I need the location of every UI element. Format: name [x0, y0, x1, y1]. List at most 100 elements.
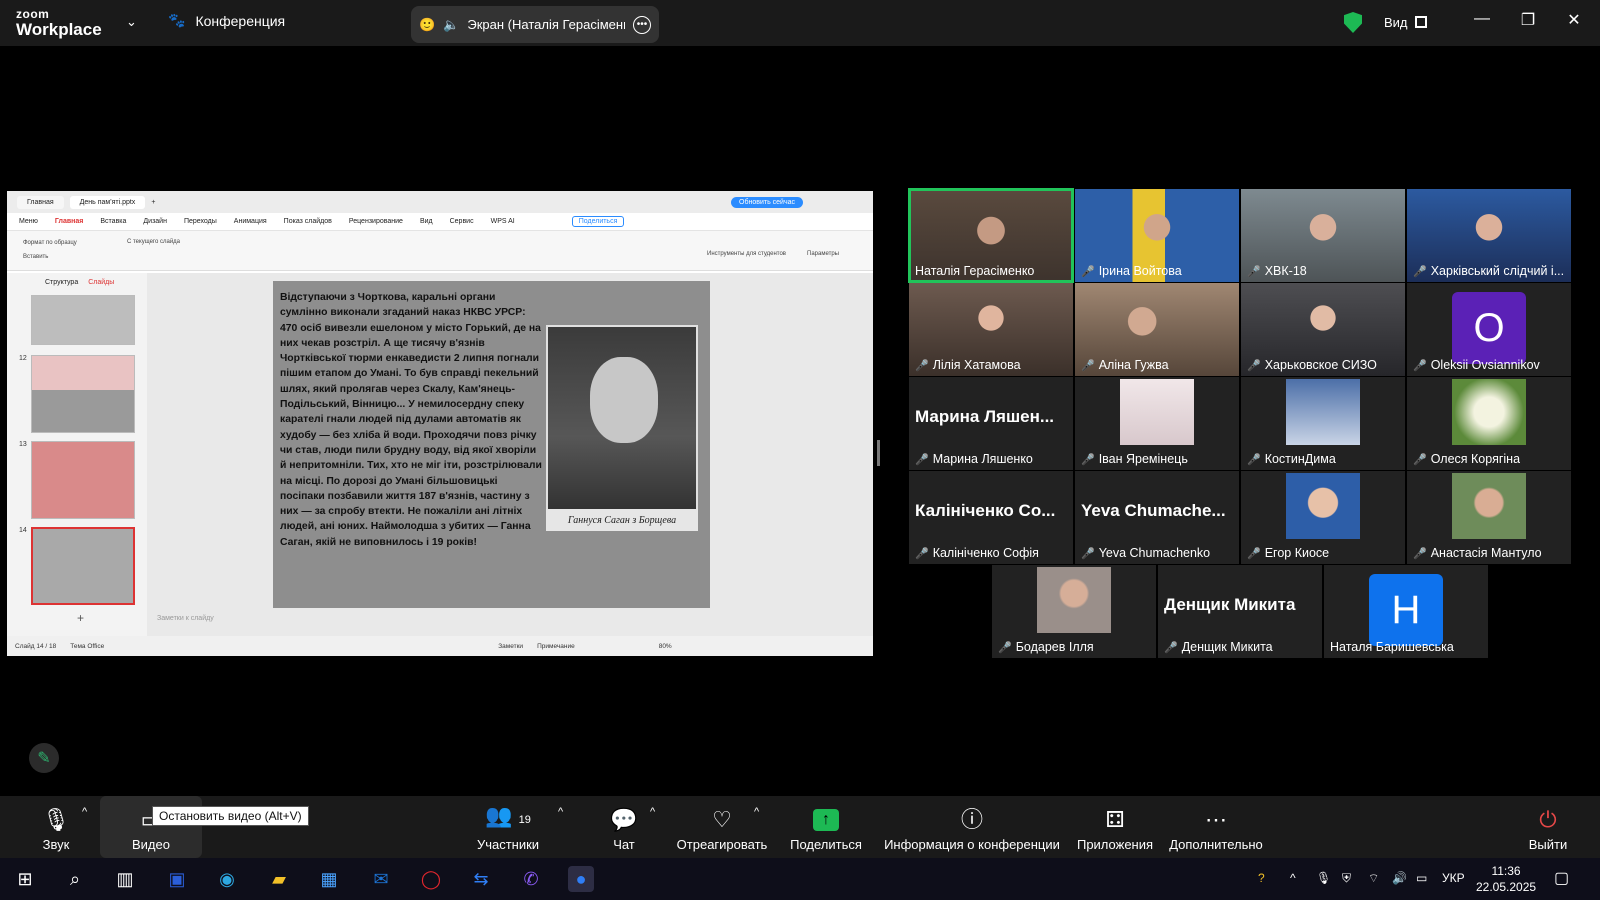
- menu-item-wps-ai[interactable]: WPS AI: [491, 218, 515, 225]
- battery-icon[interactable]: ▭: [1416, 871, 1427, 885]
- audio-chevron-icon[interactable]: ^: [82, 806, 87, 818]
- participant-tile[interactable]: O 🎤 Oleksii Ovsiannikov: [1407, 283, 1571, 376]
- share-button[interactable]: ↑ Поделиться: [788, 796, 864, 858]
- viber-icon[interactable]: ✆: [518, 866, 544, 892]
- volume-icon[interactable]: 🔊: [1392, 871, 1407, 885]
- participant-tile[interactable]: Наталія Герасіменко: [908, 188, 1074, 283]
- participant-tile[interactable]: 🎤 Харьковское СИЗО: [1241, 283, 1405, 376]
- participant-tile[interactable]: 🎤 Лілія Хатамова: [909, 283, 1073, 376]
- screen-share-pill[interactable]: 🙂 🔈 Экран (Наталія Герасіменко) •••: [411, 6, 659, 43]
- logo-top: zoom: [16, 7, 50, 21]
- audio-button[interactable]: 🎙 Звук: [36, 796, 76, 858]
- update-now-button[interactable]: Обновить сейчас: [731, 196, 803, 208]
- paste-button[interactable]: Вставить: [23, 250, 77, 264]
- tray-chevron-icon[interactable]: ^: [1290, 871, 1296, 885]
- menu-item[interactable]: Вид: [420, 218, 433, 225]
- participant-tile[interactable]: 🎤 Ірина Войтова: [1075, 189, 1239, 282]
- add-tab-icon[interactable]: +: [151, 199, 155, 206]
- comment-button[interactable]: Примечание: [537, 643, 575, 650]
- task-view-icon[interactable]: ▥: [112, 866, 138, 892]
- close-icon[interactable]: ✕: [1564, 10, 1584, 30]
- splitter-handle[interactable]: [877, 440, 880, 466]
- store-icon[interactable]: ▦: [316, 866, 342, 892]
- shield-icon[interactable]: [1344, 12, 1362, 33]
- add-slide-icon[interactable]: +: [77, 611, 84, 625]
- participants-button[interactable]: 👥 19 Участники: [470, 796, 546, 858]
- menu-item[interactable]: Дизайн: [143, 218, 167, 225]
- edge-icon[interactable]: ◉: [214, 866, 240, 892]
- participant-tile[interactable]: Марина Ляшен... 🎤 Марина Ляшенко: [909, 377, 1073, 470]
- opera-icon[interactable]: ◯: [418, 866, 444, 892]
- view-button[interactable]: Вид: [1384, 15, 1408, 30]
- windows-start-icon[interactable]: ⊞: [12, 866, 38, 892]
- help-icon[interactable]: ?: [1258, 871, 1265, 885]
- meeting-menu[interactable]: 🐾 Конференция: [168, 12, 285, 29]
- tray-mic-icon[interactable]: 🎙: [1316, 871, 1331, 885]
- chat-button[interactable]: 💬 Чат: [606, 796, 642, 858]
- theme-name[interactable]: Тема Office: [70, 643, 104, 650]
- params-button[interactable]: Параметры: [807, 251, 839, 257]
- save-app-icon[interactable]: ▣: [164, 866, 190, 892]
- slide-thumbnail[interactable]: [31, 295, 135, 345]
- participant-tile[interactable]: Калініченко Со... 🎤 Калініченко Софія: [909, 471, 1073, 564]
- menu-item[interactable]: Сервис: [450, 218, 474, 225]
- menu-item[interactable]: Переходы: [184, 218, 217, 225]
- more-options-icon[interactable]: •••: [633, 15, 651, 34]
- participant-tile[interactable]: 🎤 ХВК-18: [1241, 189, 1405, 282]
- from-current-slide-button[interactable]: С текущего слайда: [127, 239, 180, 245]
- format-painter-button[interactable]: Формат по образцу: [23, 236, 77, 250]
- apps-button[interactable]: ⚃ Приложения: [1076, 796, 1154, 858]
- menu-item[interactable]: Меню: [19, 218, 38, 225]
- slide-thumbnail[interactable]: [31, 355, 135, 433]
- profile-picture: [1120, 379, 1194, 445]
- network-icon[interactable]: ⌔: [1368, 871, 1379, 886]
- annotate-pencil-icon[interactable]: ✎: [29, 743, 59, 773]
- menu-item[interactable]: Вставка: [100, 218, 126, 225]
- menu-item[interactable]: Анимация: [234, 218, 267, 225]
- zoom-taskbar-icon[interactable]: ●: [568, 866, 594, 892]
- participant-tile[interactable]: 🎤 Олеся Корягіна: [1407, 377, 1571, 470]
- participant-tile[interactable]: 🎤 Егор Киосе: [1241, 471, 1405, 564]
- restore-icon[interactable]: ❐: [1518, 10, 1538, 30]
- participants-chevron-icon[interactable]: ^: [558, 806, 563, 818]
- zoom-level[interactable]: 80%: [659, 643, 672, 650]
- more-button[interactable]: ⋯ Дополнительно: [1168, 796, 1264, 858]
- notes-button[interactable]: Заметки: [498, 643, 523, 650]
- wps-tab-home[interactable]: Главная: [17, 195, 64, 209]
- search-icon[interactable]: ⌕: [62, 866, 88, 892]
- leave-button[interactable]: ⏻ Выйти: [1528, 796, 1568, 858]
- minimize-icon[interactable]: —: [1472, 10, 1492, 28]
- participant-tile[interactable]: 🎤 Аліна Гужва: [1075, 283, 1239, 376]
- react-chevron-icon[interactable]: ^: [754, 806, 759, 818]
- participant-tile[interactable]: Денщик Микита 🎤 Денщик Микита: [1158, 565, 1322, 658]
- chevron-down-icon[interactable]: ⌄: [126, 14, 137, 30]
- menu-item-home[interactable]: Главная: [55, 218, 83, 225]
- menu-item[interactable]: Рецензирование: [349, 218, 403, 225]
- teamviewer-icon[interactable]: ⇆: [468, 866, 494, 892]
- participant-tile[interactable]: 🎤 Харківський слідчий і...: [1407, 189, 1571, 282]
- slide-notes[interactable]: Заметки к слайду: [157, 615, 214, 622]
- file-explorer-icon[interactable]: ▰: [266, 866, 292, 892]
- student-tools-button[interactable]: Инструменты для студентов: [707, 251, 786, 257]
- menu-item[interactable]: Показ слайдов: [284, 218, 332, 225]
- tab-structure[interactable]: Структура: [45, 279, 78, 286]
- wps-tab-file[interactable]: День пам'яті.pptx: [69, 195, 146, 209]
- participant-tile[interactable]: 🎤 Анастасія Мантуло: [1407, 471, 1571, 564]
- grid-view-icon[interactable]: [1415, 16, 1427, 28]
- slide-thumbnail[interactable]: [31, 441, 135, 519]
- participant-tile[interactable]: 🎤 Бодарев Ілля: [992, 565, 1156, 658]
- system-clock[interactable]: 11:36 22.05.2025: [1476, 863, 1536, 895]
- chat-chevron-icon[interactable]: ^: [650, 806, 655, 818]
- participant-tile[interactable]: Yeva Chumache... 🎤 Yeva Chumachenko: [1075, 471, 1239, 564]
- tray-security-icon[interactable]: ⛨: [1342, 871, 1351, 886]
- wps-share-button[interactable]: Поделиться: [571, 216, 625, 227]
- tab-slides[interactable]: Слайды: [88, 279, 114, 286]
- language-indicator[interactable]: УКР: [1442, 871, 1465, 885]
- participant-tile[interactable]: H Наталя Баришевська: [1324, 565, 1488, 658]
- participant-tile[interactable]: 🎤 КостинДима: [1241, 377, 1405, 470]
- meeting-info-button[interactable]: ⓘ Информация о конференции: [884, 796, 1060, 858]
- slide-thumbnail-active[interactable]: [31, 527, 135, 605]
- participant-tile[interactable]: 🎤 Іван Яремінець: [1075, 377, 1239, 470]
- notifications-icon[interactable]: ▢: [1554, 868, 1569, 888]
- outlook-icon[interactable]: ✉: [368, 866, 394, 892]
